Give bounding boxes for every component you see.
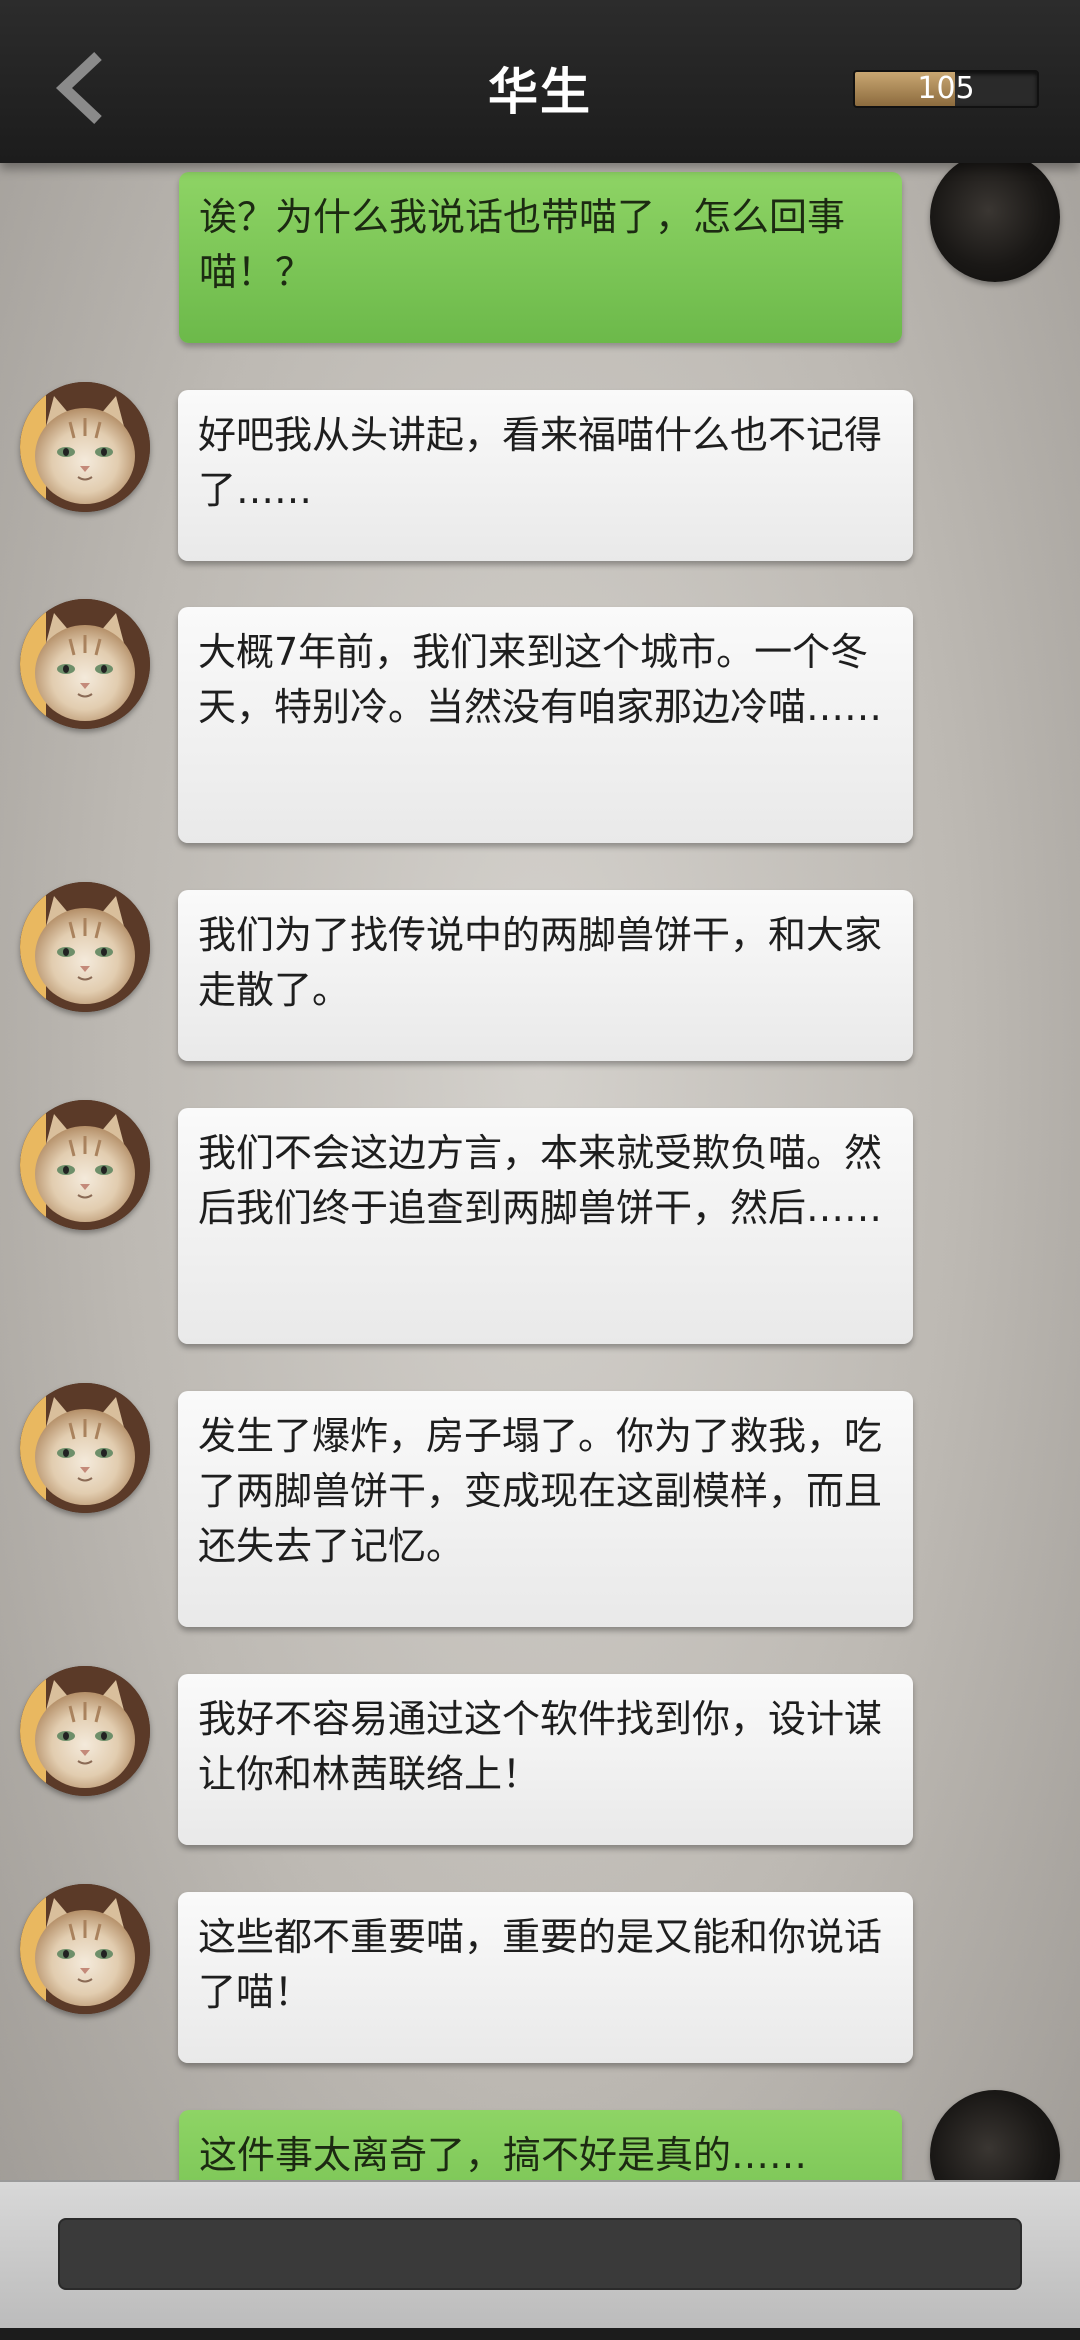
message-bubble-incoming: 我们不会这边方言，本来就受欺负喵。然后我们终于追查到两脚兽饼干，然后…… [178, 1108, 913, 1344]
message-bubble-incoming: 我们为了找传说中的两脚兽饼干，和大家走散了。 [178, 890, 913, 1061]
message-bubble-incoming: 这些都不重要喵，重要的是又能和你说话了喵！ [178, 1892, 913, 2063]
message-bubble-outgoing: 诶？为什么我说话也带喵了，怎么回事喵！？ [179, 172, 902, 343]
message-input[interactable] [58, 2218, 1022, 2290]
message-bubble-outgoing: 这件事太离奇了，搞不好是真的…… [179, 2110, 902, 2180]
message-bubble-incoming: 我好不容易通过这个软件找到你，设计谋让你和林茜联络上！ [178, 1674, 913, 1845]
cat-avatar[interactable] [20, 599, 150, 729]
message-bubble-incoming: 大概7年前，我们来到这个城市。一个冬天，特别冷。当然没有咱家那边冷喵…… [178, 607, 913, 843]
message-bubble-incoming: 发生了爆炸，房子塌了。你为了救我，吃了两脚兽饼干，变成现在这副模样，而且还失去了… [178, 1391, 913, 1627]
input-bar [0, 2180, 1080, 2340]
cat-avatar[interactable] [20, 882, 150, 1012]
cat-avatar[interactable] [20, 1666, 150, 1796]
cat-avatar[interactable] [20, 382, 150, 512]
player-avatar[interactable] [930, 2090, 1060, 2180]
cat-avatar[interactable] [20, 1383, 150, 1513]
player-avatar[interactable] [930, 152, 1060, 282]
coin-count: 105 [917, 71, 975, 106]
coin-meter: 105 [853, 70, 1039, 108]
cat-avatar[interactable] [20, 1884, 150, 2014]
chat-message-list[interactable]: 诶？为什么我说话也带喵了，怎么回事喵！？ 好吧我从头讲起，看来福喵什么也不记得了… [0, 0, 1080, 2180]
top-bar: 华生 105 [0, 0, 1080, 163]
bottom-edge [0, 2328, 1080, 2340]
cat-avatar[interactable] [20, 1100, 150, 1230]
message-bubble-incoming: 好吧我从头讲起，看来福喵什么也不记得了…… [178, 390, 913, 561]
